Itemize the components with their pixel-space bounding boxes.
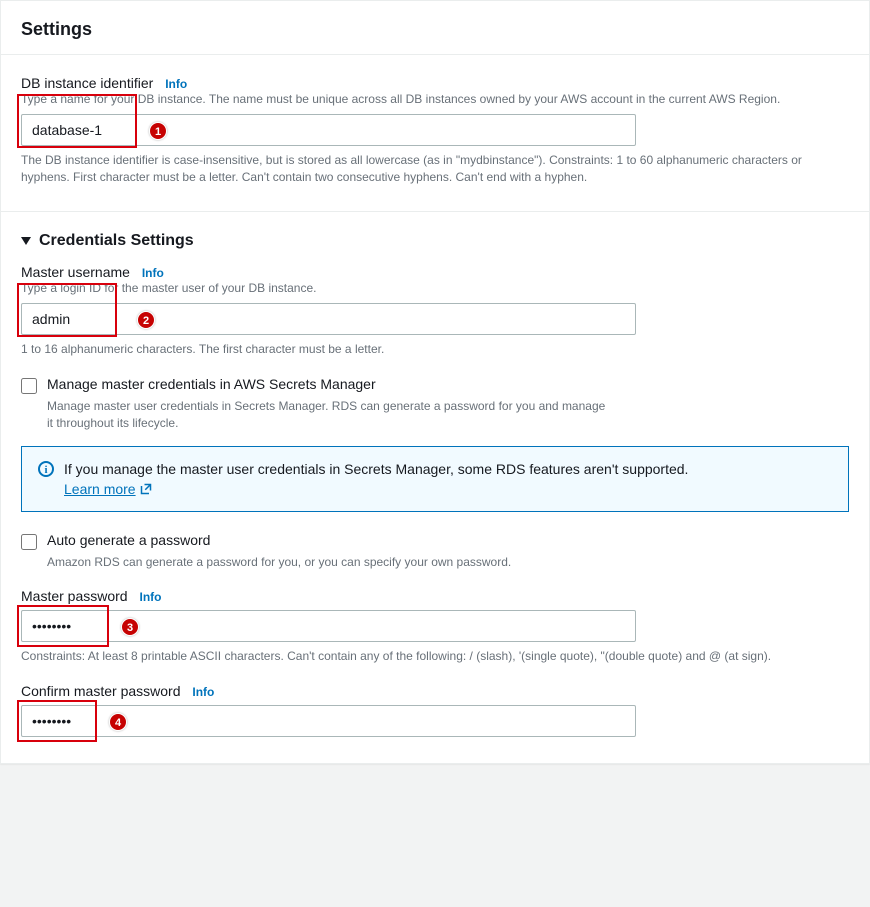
highlight-box-4 bbox=[17, 700, 97, 742]
infobox-text: If you manage the master user credential… bbox=[64, 461, 688, 477]
settings-header: Settings bbox=[1, 1, 869, 54]
master-password-info-link[interactable]: Info bbox=[139, 590, 161, 604]
auto-generate-label: Auto generate a password bbox=[47, 532, 210, 548]
highlight-box-2 bbox=[17, 283, 117, 337]
panel-title: Settings bbox=[21, 19, 849, 40]
secrets-manager-checkbox[interactable] bbox=[21, 378, 37, 394]
external-link-icon bbox=[140, 483, 152, 495]
master-password-hint: Constraints: At least 8 printable ASCII … bbox=[21, 648, 849, 665]
learn-more-link[interactable]: Learn more bbox=[64, 481, 152, 497]
secrets-manager-label: Manage master credentials in AWS Secrets… bbox=[47, 376, 376, 392]
annotation-badge-1: 1 bbox=[149, 122, 167, 140]
confirm-password-info-link[interactable]: Info bbox=[192, 685, 214, 699]
master-password-input[interactable] bbox=[21, 610, 636, 642]
db-identifier-desc: Type a name for your DB instance. The na… bbox=[21, 91, 849, 108]
db-identifier-label: DB instance identifier bbox=[21, 75, 153, 91]
learn-more-label: Learn more bbox=[64, 481, 136, 497]
settings-panel: Settings DB instance identifier Info Typ… bbox=[0, 0, 870, 764]
master-username-desc: Type a login ID for the master user of y… bbox=[21, 280, 849, 297]
info-icon: i bbox=[38, 461, 54, 477]
master-username-label: Master username bbox=[21, 264, 130, 280]
secrets-manager-infobox: i If you manage the master user credenti… bbox=[21, 446, 849, 512]
caret-down-icon bbox=[21, 237, 31, 245]
confirm-password-label: Confirm master password bbox=[21, 683, 181, 699]
auto-generate-desc: Amazon RDS can generate a password for y… bbox=[47, 554, 607, 571]
auto-generate-checkbox[interactable] bbox=[21, 534, 37, 550]
credentials-header-label: Credentials Settings bbox=[39, 232, 194, 250]
master-username-hint: 1 to 16 alphanumeric characters. The fir… bbox=[21, 341, 849, 358]
highlight-box-3 bbox=[17, 605, 109, 647]
highlight-box-1 bbox=[17, 94, 137, 148]
master-password-label: Master password bbox=[21, 588, 128, 604]
master-username-info-link[interactable]: Info bbox=[142, 266, 164, 280]
secrets-manager-desc: Manage master user credentials in Secret… bbox=[47, 398, 607, 432]
db-identifier-info-link[interactable]: Info bbox=[165, 77, 187, 91]
db-identifier-hint: The DB instance identifier is case-insen… bbox=[21, 152, 849, 186]
credentials-section: Credentials Settings Master username Inf… bbox=[1, 212, 869, 763]
credentials-header-toggle[interactable]: Credentials Settings bbox=[21, 232, 849, 250]
db-identifier-section: DB instance identifier Info Type a name … bbox=[1, 55, 869, 211]
